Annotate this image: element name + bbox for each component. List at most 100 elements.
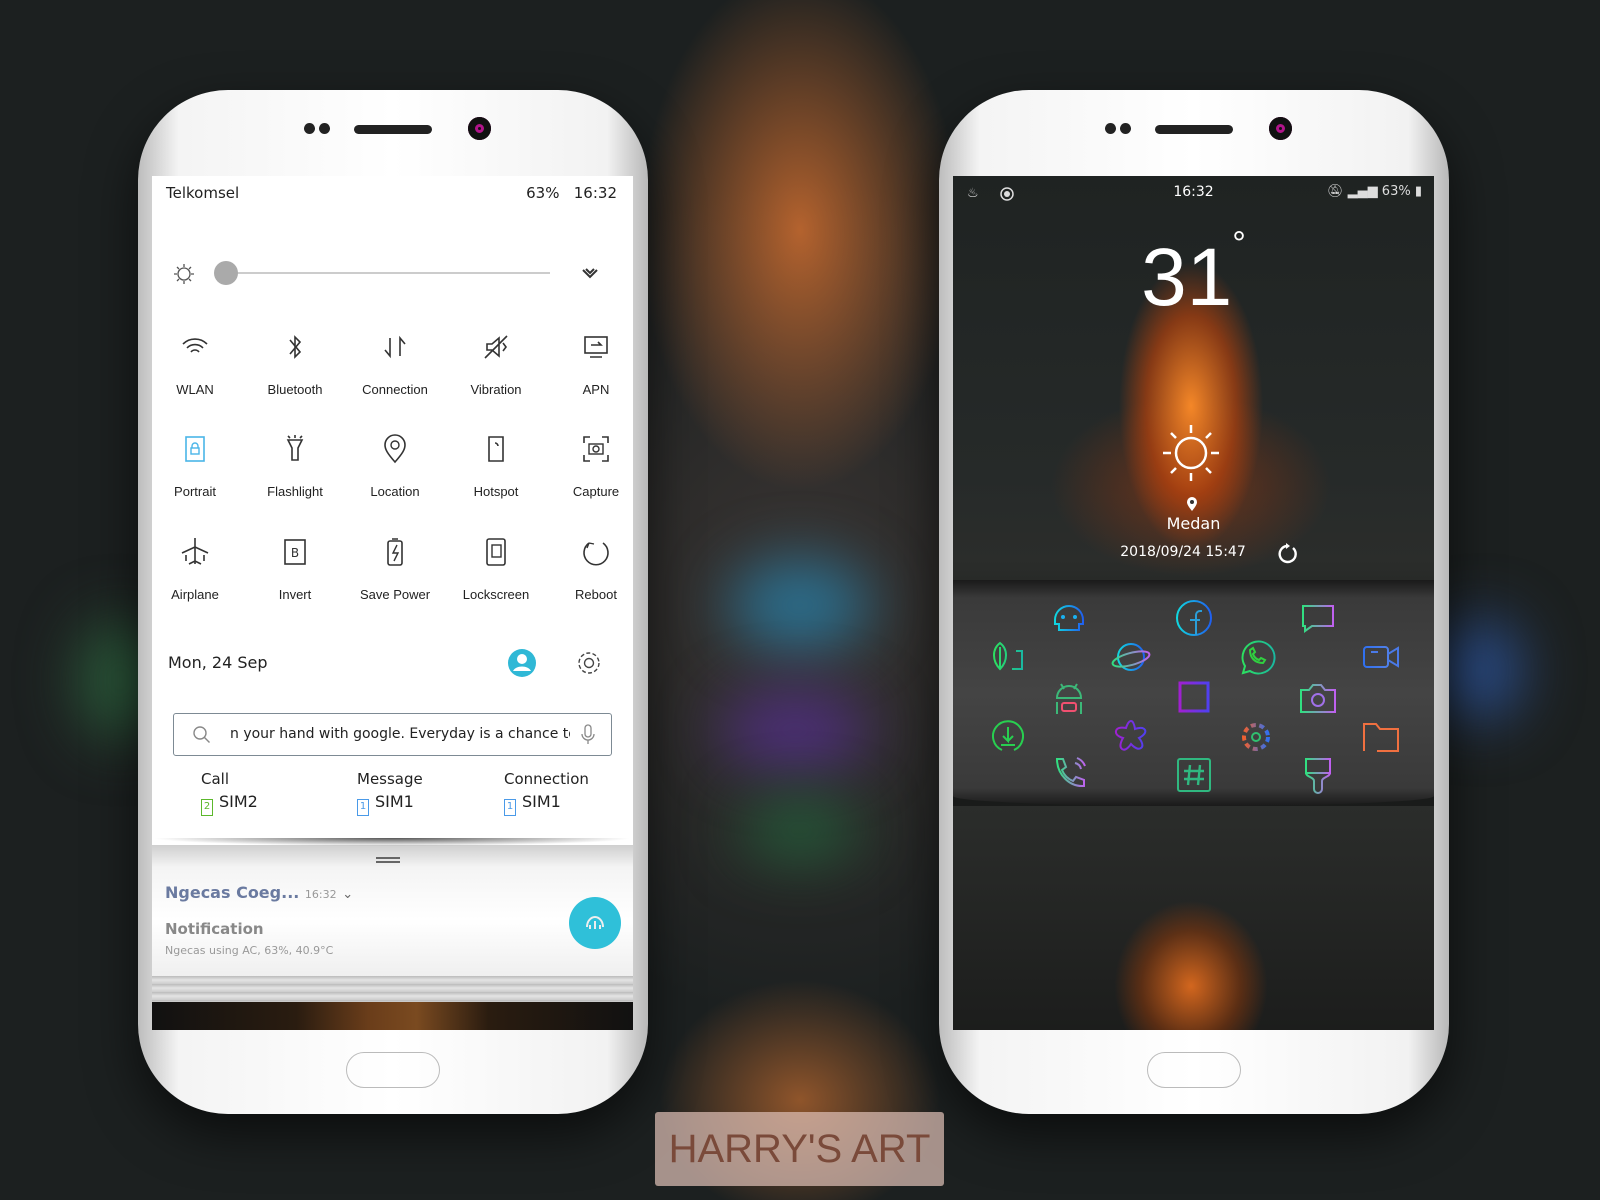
left-phone: Telkomsel 63% 16:32 WLAN Bluetooth Connect…: [138, 90, 648, 1114]
quick-setting-vibration[interactable]: Vibration: [446, 330, 546, 397]
drag-handle[interactable]: [376, 857, 400, 863]
quick-setting-label: Portrait: [174, 484, 216, 499]
wifi-icon: [182, 338, 208, 353]
sim-setting-label: Connection: [504, 770, 589, 788]
quick-setting-label: Reboot: [575, 587, 617, 602]
flower-app-icon[interactable]: [1111, 717, 1151, 757]
mute-icon: 🔕︎: [1327, 184, 1344, 199]
temperature: 31: [1141, 232, 1233, 323]
sim-setting-call[interactable]: Call 2 SIM2: [201, 770, 258, 816]
chevron-down-icon[interactable]: ⌄: [342, 887, 353, 902]
quick-setting-hotspot[interactable]: Hotspot: [446, 432, 546, 499]
sim-setting-message[interactable]: Message 1 SIM1: [357, 770, 423, 816]
mute-vibrate-icon: [484, 335, 508, 359]
quick-setting-apn[interactable]: APN: [546, 330, 633, 397]
camera-icon[interactable]: [1298, 678, 1338, 718]
sensor: [1105, 123, 1116, 134]
quick-setting-reboot[interactable]: Reboot: [546, 535, 633, 602]
facebook-icon[interactable]: [1174, 598, 1214, 638]
square-app-icon[interactable]: [1174, 677, 1214, 717]
quick-setting-invert[interactable]: B Invert: [245, 535, 345, 602]
earpiece: [354, 125, 432, 134]
status-right: 63% 16:32: [526, 184, 617, 202]
earpiece: [1155, 125, 1233, 134]
sim-setting-label: Message: [357, 770, 423, 788]
android-icon[interactable]: [1049, 678, 1089, 718]
quick-setting-label: Bluetooth: [267, 382, 323, 397]
clock: 16:32: [573, 184, 617, 202]
download-icon[interactable]: [988, 717, 1028, 757]
sim-setting-connection[interactable]: Connection 1 SIM1: [504, 770, 589, 816]
home-button[interactable]: [1147, 1052, 1241, 1088]
folder-icon[interactable]: [1361, 717, 1401, 757]
front-camera: [1269, 117, 1292, 140]
google-search-bar[interactable]: n your hand with google. Everyday is a c…: [173, 713, 612, 756]
quick-setting-label: APN: [582, 382, 610, 397]
quick-setting-label: Capture: [572, 484, 620, 499]
battery-saver-icon: [387, 538, 403, 566]
message-icon[interactable]: [1298, 598, 1338, 638]
skull-app-icon[interactable]: [1049, 598, 1089, 638]
home-screen: ♨ 16:32 🔕︎ ▂▄▆ 63% ▮ 31° Medan 2018/09/2…: [953, 176, 1434, 1030]
quick-setting-flashlight[interactable]: Flashlight: [245, 432, 345, 499]
quick-setting-label: Airplane: [171, 587, 219, 602]
weather-widget[interactable]: 31°: [953, 225, 1434, 325]
quick-setting-location[interactable]: Location: [345, 432, 445, 499]
quick-setting-wlan[interactable]: WLAN: [152, 330, 245, 397]
sim-card-icon: 1: [504, 799, 516, 816]
sim-name: SIM2: [219, 792, 258, 811]
watermark: HARRY'S ART: [655, 1112, 944, 1186]
quick-setting-label: Hotspot: [473, 484, 519, 499]
search-icon: [193, 726, 210, 743]
quick-setting-label: Vibration: [470, 382, 522, 397]
hashtag-icon[interactable]: [1174, 755, 1214, 795]
quick-setting-airplane[interactable]: Airplane: [152, 535, 245, 602]
screenshot-icon: [583, 436, 609, 462]
phone-icon[interactable]: [1049, 755, 1089, 795]
quick-setting-connection[interactable]: Connection: [345, 330, 445, 397]
stacked-notifications: [152, 976, 633, 1002]
settings-icon[interactable]: [1236, 717, 1276, 757]
sensor: [304, 123, 315, 134]
sensor: [319, 123, 330, 134]
location-icon: [384, 434, 406, 464]
notification-app[interactable]: Ngecas Coeg... 16:32 ⌄: [165, 883, 353, 902]
auto-brightness-icon[interactable]: [170, 261, 196, 287]
quick-setting-portrait[interactable]: Portrait: [152, 432, 245, 499]
quick-setting-save-power[interactable]: Save Power: [345, 535, 445, 602]
sim-name: SIM1: [375, 792, 414, 811]
refresh-icon[interactable]: [1276, 542, 1298, 564]
sim-name: SIM1: [522, 792, 561, 811]
browser-planet-icon[interactable]: [1111, 637, 1151, 677]
settings-gear-icon[interactable]: [575, 649, 603, 677]
quick-setting-lockscreen[interactable]: Lockscreen: [446, 535, 546, 602]
notification-title: Notification: [165, 920, 264, 938]
battery-percent: 63%: [526, 184, 560, 202]
invert-icon: B: [284, 539, 306, 565]
video-icon[interactable]: [1361, 637, 1401, 677]
quick-setting-bluetooth[interactable]: Bluetooth: [245, 330, 345, 397]
search-input[interactable]: n your hand with google. Everyday is a c…: [230, 726, 570, 742]
sim-setting-label: Call: [201, 770, 230, 788]
signal-icon: ▂▄▆: [1347, 184, 1378, 199]
microphone-icon[interactable]: [581, 724, 595, 746]
notification-time: 16:32: [304, 888, 337, 901]
battery-percent: 63%: [1381, 184, 1411, 199]
notification-app-icon[interactable]: [569, 897, 621, 949]
quick-setting-capture[interactable]: Capture: [546, 432, 633, 499]
city: Medan: [1166, 514, 1221, 533]
expand-chevron-icon[interactable]: [580, 264, 600, 282]
theme-brush-icon[interactable]: [1298, 755, 1338, 795]
location-pin-icon: [1187, 497, 1197, 511]
brightness-thumb[interactable]: [214, 261, 238, 285]
leaf-app-icon[interactable]: [988, 637, 1028, 677]
brightness-slider[interactable]: [224, 272, 550, 274]
notification-app-name: Ngecas Coeg...: [165, 883, 300, 902]
degree-symbol: °: [1232, 225, 1246, 263]
user-avatar-icon[interactable]: [507, 648, 537, 678]
quick-setting-label: Save Power: [359, 587, 431, 602]
whatsapp-icon[interactable]: [1236, 637, 1276, 677]
home-button[interactable]: [346, 1052, 440, 1088]
data-arrows-icon: [384, 335, 406, 359]
quick-setting-label: Connection: [362, 382, 428, 397]
